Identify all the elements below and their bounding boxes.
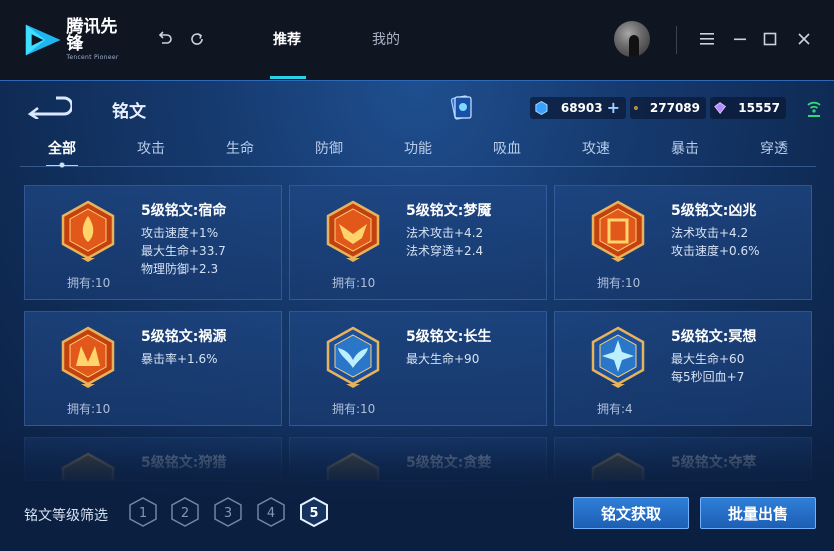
inscription-stat: 最大生命+60 bbox=[671, 352, 745, 366]
inscription-name: 5级铭文:长生 bbox=[406, 329, 492, 345]
inscription-stat: 物理防御+2.3 bbox=[141, 262, 219, 276]
inscription-name: 5级铭文:冥想 bbox=[671, 329, 757, 345]
owned-count: 拥有:10 bbox=[332, 402, 376, 416]
coupon-balance[interactable]: 68903 + bbox=[530, 97, 626, 119]
tab-penetration[interactable]: 穿透 bbox=[732, 137, 816, 166]
level-filter-3[interactable]: 3 bbox=[214, 497, 242, 527]
inscription-stat: 最大生命+33.7 bbox=[141, 244, 226, 258]
level-filter-text: 2 bbox=[181, 506, 189, 521]
inscription-stat: 每5秒回血+7 bbox=[671, 370, 745, 384]
refresh-icon[interactable] bbox=[186, 28, 208, 50]
inscription-name: 5级铭文:狩猎 bbox=[141, 455, 227, 471]
bulk-sell-button[interactable]: 批量出售 bbox=[700, 497, 816, 529]
coupon-icon bbox=[535, 100, 548, 116]
inscription-name: 5级铭文:祸源 bbox=[141, 329, 227, 345]
inscription-emblem-red-icon bbox=[591, 200, 645, 262]
logo-subtitle: Tencent Pioneer bbox=[66, 54, 119, 61]
close-icon[interactable] bbox=[793, 28, 815, 50]
inscription-name: 5级铭文:凶兆 bbox=[671, 203, 757, 219]
maximize-icon[interactable] bbox=[759, 28, 781, 50]
inscription-stat: 法术攻击+4.2 bbox=[406, 226, 484, 240]
logo-title: 腾讯先锋 bbox=[66, 17, 118, 54]
inscription-stat: 法术攻击+4.2 bbox=[671, 226, 749, 240]
inscription-stat: 法术穿透+2.4 bbox=[406, 244, 484, 258]
crystal-balance: 15557 bbox=[710, 97, 786, 119]
inscription-stat: 最大生命+90 bbox=[406, 352, 480, 366]
avatar[interactable] bbox=[614, 21, 650, 57]
coupon-value: 68903 bbox=[560, 101, 603, 115]
crystal-icon bbox=[714, 102, 727, 114]
inscription-card[interactable]: 5级铭文:冥想 最大生命+60 每5秒回血+7 拥有:4 bbox=[554, 311, 812, 426]
inscription-emblem-red-icon bbox=[326, 200, 380, 262]
gold-coin-icon: S bbox=[634, 106, 638, 110]
inscription-emblem-gold-icon bbox=[61, 452, 115, 480]
inscription-stat: 攻击速度+0.6% bbox=[671, 244, 760, 258]
tab-critical[interactable]: 暴击 bbox=[643, 137, 727, 166]
inscription-card[interactable]: 5级铭文:长生 最大生命+90 拥有:10 bbox=[289, 311, 547, 426]
tab-attack[interactable]: 攻击 bbox=[109, 137, 193, 166]
inscription-emblem-red-icon bbox=[61, 200, 115, 262]
tab-mine[interactable]: 我的 bbox=[372, 28, 400, 52]
acquire-inscription-button[interactable]: 铭文获取 bbox=[573, 497, 689, 529]
level-filter-text: 5 bbox=[309, 506, 318, 521]
tab-defense[interactable]: 防御 bbox=[287, 137, 371, 166]
inscription-card[interactable]: 5级铭文:宿命 攻击速度+1% 最大生命+33.7 物理防御+2.3 拥有:10 bbox=[24, 185, 282, 300]
active-tab-indicator bbox=[270, 76, 306, 79]
level-filter-5[interactable]: 5 bbox=[300, 497, 328, 527]
inscription-card[interactable]: 5级铭文:贪婪 bbox=[289, 437, 547, 481]
owned-count: 拥有:10 bbox=[597, 276, 641, 290]
inscription-stat: 攻击速度+1% bbox=[141, 226, 219, 240]
tab-function[interactable]: 功能 bbox=[376, 137, 460, 166]
inscription-card[interactable]: 5级铭文:梦魇 法术攻击+4.2 法术穿透+2.4 拥有:10 bbox=[289, 185, 547, 300]
level-filter-text: 3 bbox=[224, 506, 232, 521]
page-title: 铭文 bbox=[112, 102, 146, 122]
owned-count: 拥有:10 bbox=[332, 276, 376, 290]
owned-count: 拥有:4 bbox=[597, 402, 633, 416]
inscription-emblem-red-icon bbox=[61, 326, 115, 388]
network-signal-icon bbox=[807, 101, 821, 117]
tab-recommend[interactable]: 推荐 bbox=[273, 28, 301, 52]
inscription-card[interactable]: 5级铭文:祸源 暴击率+1.6% 拥有:10 bbox=[24, 311, 282, 426]
tab-health[interactable]: 生命 bbox=[198, 137, 282, 166]
inscription-card[interactable]: 5级铭文:夺萃 bbox=[554, 437, 812, 481]
category-tabs: 全部 攻击 生命 防御 功能 吸血 攻速 暴击 穿透 bbox=[20, 137, 816, 168]
inscription-deck-icon[interactable] bbox=[448, 93, 474, 121]
inscription-card[interactable]: 5级铭文:凶兆 法术攻击+4.2 攻击速度+0.6% 拥有:10 bbox=[554, 185, 812, 300]
owned-count: 拥有:10 bbox=[67, 402, 111, 416]
gold-value: 277089 bbox=[649, 101, 700, 115]
inscription-name: 5级铭文:夺萃 bbox=[671, 455, 757, 471]
inscription-stat: 暴击率+1.6% bbox=[141, 352, 218, 366]
menu-icon[interactable] bbox=[696, 28, 718, 50]
tab-all[interactable]: 全部 bbox=[20, 137, 104, 168]
tab-attack-speed[interactable]: 攻速 bbox=[554, 137, 638, 166]
level-filter-label: 铭文等级筛选 bbox=[24, 508, 108, 524]
title-bar: 腾讯先锋 Tencent Pioneer 推荐 我的 bbox=[0, 0, 834, 80]
inscription-name: 5级铭文:贪婪 bbox=[406, 455, 492, 471]
add-coupon-icon[interactable]: + bbox=[607, 100, 620, 116]
inscription-emblem-blue-icon bbox=[326, 326, 380, 388]
title-separator bbox=[676, 26, 677, 54]
inscription-name: 5级铭文:宿命 bbox=[141, 203, 227, 219]
crystal-value: 15557 bbox=[738, 101, 780, 115]
inscription-emblem-gold-icon bbox=[326, 452, 380, 480]
tencent-pioneer-logo-icon bbox=[25, 24, 61, 56]
inscription-emblem-blue-icon bbox=[591, 326, 645, 388]
back-arrow-icon[interactable] bbox=[26, 95, 72, 119]
inscription-emblem-gold-icon bbox=[591, 452, 645, 480]
undo-icon[interactable] bbox=[154, 28, 176, 50]
inscription-card[interactable]: 5级铭文:狩猎 bbox=[24, 437, 282, 481]
level-filter-text: 1 bbox=[139, 506, 147, 521]
inscription-panel: 铭文 68903 + S 277089 15557 全部 攻击 生命 防御 功能… bbox=[0, 80, 834, 551]
tab-lifesteal[interactable]: 吸血 bbox=[465, 137, 549, 166]
inscription-name: 5级铭文:梦魇 bbox=[406, 203, 492, 219]
level-filter-2[interactable]: 2 bbox=[171, 497, 199, 527]
owned-count: 拥有:10 bbox=[67, 276, 111, 290]
app-logo: 腾讯先锋 Tencent Pioneer bbox=[22, 17, 132, 61]
minimize-icon[interactable] bbox=[729, 28, 751, 50]
level-filter-text: 4 bbox=[267, 506, 275, 521]
level-filter-1[interactable]: 1 bbox=[129, 497, 157, 527]
gold-balance: S 277089 bbox=[630, 97, 706, 119]
level-filter-4[interactable]: 4 bbox=[257, 497, 285, 527]
